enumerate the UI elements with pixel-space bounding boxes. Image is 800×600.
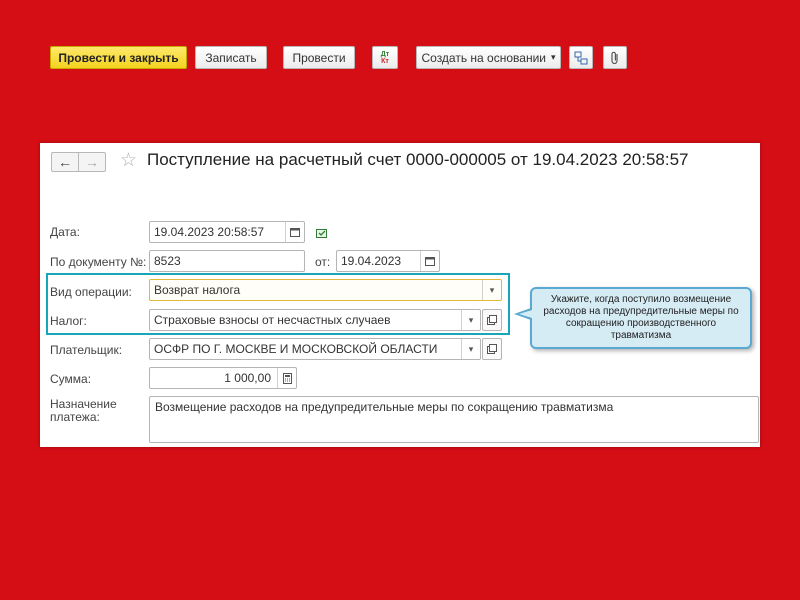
date-label: Дата:: [50, 225, 80, 239]
save-button[interactable]: Записать: [195, 46, 267, 69]
dt-kt-icon-bottom: Кт: [381, 57, 389, 65]
dropdown-arrow-icon[interactable]: ▾: [461, 339, 480, 359]
doc-number-value: 8523: [154, 254, 181, 268]
open-icon[interactable]: [482, 338, 502, 360]
chevron-down-icon: ▾: [550, 52, 556, 62]
payer-value: ОСФР ПО Г. МОСКВЕ И МОСКОВСКОЙ ОБЛАСТИ: [154, 342, 438, 356]
calculator-icon[interactable]: [277, 368, 296, 388]
post-button[interactable]: Провести: [283, 46, 355, 69]
structure-icon[interactable]: [569, 46, 593, 69]
calendar-icon[interactable]: [285, 222, 304, 242]
amount-value: 1 000,00: [224, 371, 271, 385]
hint-callout: Укажите, когда поступило возмещение расх…: [530, 287, 752, 349]
purpose-label-line2: платежа:: [50, 410, 100, 424]
doc-number-input[interactable]: 8523: [149, 250, 305, 272]
post-and-close-button[interactable]: Провести и закрыть: [50, 46, 187, 69]
hint-callout-text: Укажите, когда поступило возмещение расх…: [543, 294, 739, 341]
attachment-icon[interactable]: [603, 46, 627, 69]
create-based-on-button[interactable]: Создать на основании ▾: [416, 46, 561, 69]
date-value: 19.04.2023 20:58:57: [154, 225, 265, 239]
purpose-label: Назначение платежа:: [50, 398, 117, 424]
window-title: Поступление на расчетный счет 0000-00000…: [147, 150, 689, 169]
payer-select[interactable]: ОСФР ПО Г. МОСКВЕ И МОСКОВСКОЙ ОБЛАСТИ ▾: [149, 338, 481, 360]
amount-input[interactable]: 1 000,00: [149, 367, 297, 389]
amount-label: Сумма:: [50, 372, 92, 386]
doc-date-label: от:: [315, 255, 331, 269]
forward-arrow-icon[interactable]: →: [78, 152, 106, 172]
doc-number-label: По документу №:: [50, 255, 147, 269]
dt-kt-button[interactable]: Дт Кт: [372, 46, 398, 69]
back-arrow-icon[interactable]: ←: [51, 152, 79, 172]
favorite-star-icon[interactable]: ☆: [120, 149, 137, 172]
doc-date-value: 19.04.2023: [341, 254, 402, 268]
callout-pointer-inner: [519, 310, 532, 318]
doc-date-input[interactable]: 19.04.2023: [336, 250, 440, 272]
calendar-icon[interactable]: [420, 251, 439, 271]
purpose-textarea[interactable]: Возмещение расходов на предупредительные…: [149, 396, 759, 443]
date-input[interactable]: 19.04.2023 20:58:57: [149, 221, 305, 243]
check-status-icon[interactable]: [316, 226, 330, 244]
operation-tax-highlight: [46, 273, 510, 335]
payer-label: Плательщик:: [50, 343, 123, 357]
purpose-value: Возмещение расходов на предупредительные…: [155, 400, 614, 414]
create-based-on-label: Создать на основании: [421, 50, 546, 65]
dt-kt-icon-top: Дт: [380, 50, 390, 58]
